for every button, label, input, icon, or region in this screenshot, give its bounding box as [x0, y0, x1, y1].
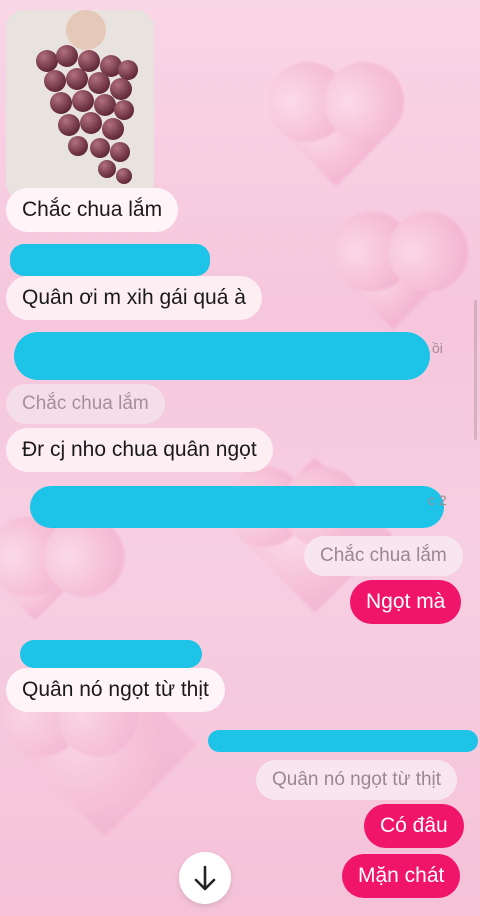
grape: [110, 142, 130, 162]
redacted-sender-name: [20, 640, 202, 668]
incoming-message[interactable]: Quân nó ngọt từ thịt: [6, 668, 225, 712]
redacted-text: [14, 332, 430, 380]
partial-meta-text: ồi: [432, 340, 443, 356]
grape: [90, 138, 110, 158]
outgoing-message[interactable]: Có đâu: [364, 804, 464, 848]
grape: [68, 136, 88, 156]
reply-quote[interactable]: Chắc chua lắm: [6, 384, 165, 424]
arrow-down-icon: [194, 865, 216, 891]
redacted-sender-name: [10, 244, 210, 276]
grape: [94, 94, 116, 116]
grape: [98, 160, 116, 178]
grape: [50, 92, 72, 114]
outgoing-message[interactable]: Mặn chát: [342, 854, 461, 898]
grape: [36, 50, 58, 72]
reply-quote[interactable]: Chắc chua lắm: [304, 536, 463, 576]
grape: [110, 78, 132, 100]
grape: [44, 70, 66, 92]
grape: [114, 100, 134, 120]
partial-meta-text: c 2: [428, 492, 447, 508]
outgoing-message[interactable]: Ngọt mà: [350, 580, 462, 624]
heart-decoration: [279, 73, 393, 187]
hand-shape: [66, 10, 106, 50]
grape: [116, 168, 132, 184]
grape: [118, 60, 138, 80]
grape: [58, 114, 80, 136]
incoming-message[interactable]: Đr cj nho chua quân ngọt: [6, 428, 273, 472]
heart-decoration: [0, 549, 71, 621]
redacted-text: [208, 730, 478, 752]
scrollbar[interactable]: [474, 300, 477, 440]
grape: [56, 45, 78, 67]
incoming-message[interactable]: Quân ơi m xih gái quá à: [6, 276, 262, 320]
incoming-message[interactable]: Chắc chua lắm: [6, 188, 179, 232]
grape: [88, 72, 110, 94]
scroll-to-bottom-button[interactable]: [179, 852, 231, 904]
redacted-text: [30, 486, 444, 528]
grape: [66, 68, 88, 90]
grape: [72, 90, 94, 112]
grape: [80, 112, 102, 134]
grape: [102, 118, 124, 140]
reply-quote[interactable]: Quân nó ngọt từ thịt: [256, 760, 458, 800]
heart-decoration: [343, 230, 443, 330]
grapes-photo[interactable]: [6, 10, 154, 200]
